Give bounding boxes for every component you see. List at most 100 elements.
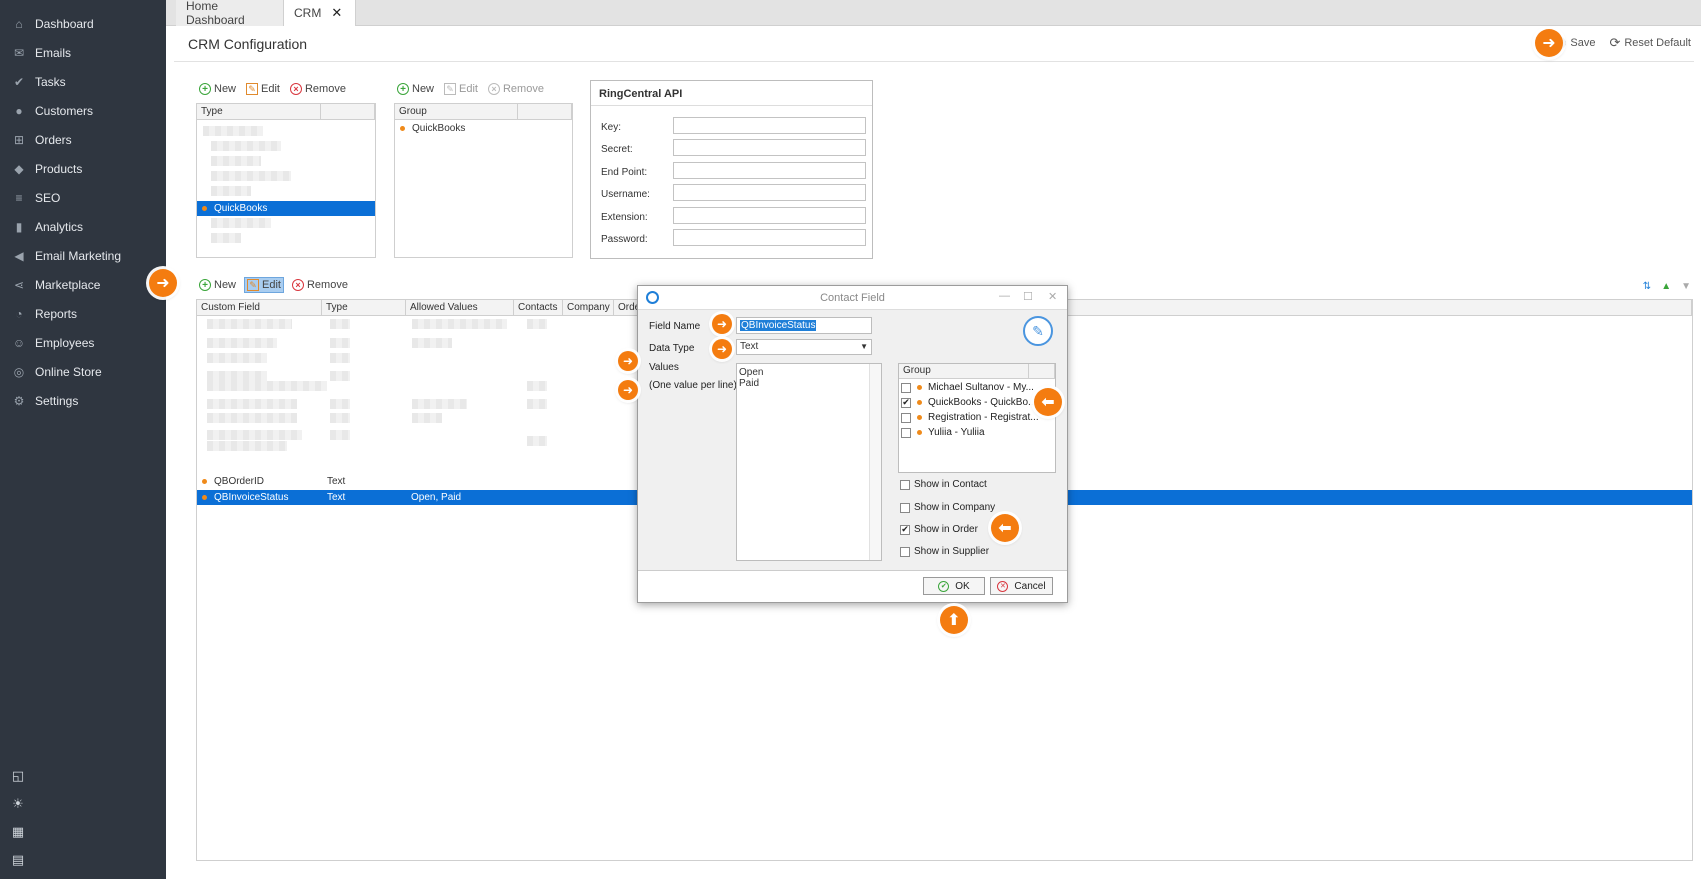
sidebar-item-reports[interactable]: ◔ Reports xyxy=(0,299,166,328)
show-in-company-checkbox[interactable]: Show in Company xyxy=(900,502,995,513)
username-input[interactable] xyxy=(673,184,866,201)
column-header-blank[interactable] xyxy=(321,104,375,119)
data-type-select[interactable]: Text ▼ xyxy=(736,339,872,355)
checkbox[interactable] xyxy=(901,382,911,393)
show-in-contact-checkbox[interactable]: Show in Contact xyxy=(900,479,987,490)
table-row[interactable]: QuickBooks xyxy=(197,201,375,216)
show-in-order-checkbox[interactable]: ✔ Show in Order xyxy=(900,524,978,535)
sidebar-item-products[interactable]: ◆ Products xyxy=(0,154,166,183)
calendar-icon[interactable]: ▤ xyxy=(10,852,26,868)
sidebar-item-email-marketing[interactable]: ◀ Email Marketing xyxy=(0,241,166,270)
column-header-blank[interactable] xyxy=(518,104,572,119)
checkbox[interactable]: ✔ xyxy=(900,524,910,535)
group-new-button[interactable]: + New xyxy=(395,82,436,96)
group-grid[interactable]: Group QuickBooks xyxy=(394,103,573,258)
sidebar-item-emails[interactable]: ✉ Emails xyxy=(0,38,166,67)
sidebar-item-customers[interactable]: ● Customers xyxy=(0,96,166,125)
blurred-row xyxy=(330,399,350,409)
sort-icon[interactable]: ⇅ xyxy=(1643,281,1651,292)
blurred-row xyxy=(211,186,251,196)
password-input[interactable] xyxy=(673,229,866,246)
custom-new-button[interactable]: + New xyxy=(197,278,238,292)
secret-input[interactable] xyxy=(673,139,866,156)
values-textarea[interactable]: Open Paid xyxy=(736,363,882,561)
arrow-right-icon: ➜ xyxy=(149,269,177,297)
home-icon: ⌂ xyxy=(15,16,23,31)
checkbox[interactable] xyxy=(901,427,911,438)
cancel-button[interactable]: ✕ Cancel xyxy=(990,577,1053,595)
group-list[interactable]: Group Michael Sultanov - My... ✔ QuickBoo… xyxy=(898,363,1056,473)
table-row[interactable]: QuickBooks xyxy=(395,121,572,136)
tasks-icon: ✔ xyxy=(13,74,25,89)
group-row-michael[interactable]: Michael Sultanov - My... xyxy=(901,380,1053,395)
checkbox[interactable] xyxy=(900,479,910,490)
column-header-blank[interactable] xyxy=(1029,364,1055,378)
custom-remove-button[interactable]: × Remove xyxy=(290,278,350,292)
custom-edit-button[interactable]: ✎ Edit xyxy=(244,277,284,293)
end-point-label: End Point: xyxy=(601,167,648,178)
column-header-type[interactable]: Type xyxy=(322,300,406,315)
windows-icon[interactable]: ◱ xyxy=(10,768,26,784)
checkbox[interactable]: ✔ xyxy=(901,397,911,408)
column-header-type[interactable]: Type xyxy=(197,104,322,119)
close-icon[interactable]: ✕ xyxy=(1048,290,1057,303)
checkbox[interactable] xyxy=(900,546,910,557)
column-header-allowed-values[interactable]: Allowed Values xyxy=(406,300,514,315)
tab-label: CRM xyxy=(294,6,322,20)
scrollbar[interactable] xyxy=(869,364,881,560)
sidebar-item-marketplace[interactable]: ⋖ Marketplace xyxy=(0,270,166,299)
end-point-input[interactable] xyxy=(673,162,866,179)
sidebar-item-label: Orders xyxy=(35,132,72,147)
type-grid[interactable]: Type QuickBooks xyxy=(196,103,376,258)
type-edit-button[interactable]: ✎ Edit xyxy=(244,82,282,96)
ok-button[interactable]: ✔ OK xyxy=(923,577,985,595)
sidebar-item-employees[interactable]: ☺ Employees xyxy=(0,328,166,357)
extension-input[interactable] xyxy=(673,207,866,224)
blurred-row xyxy=(527,399,547,409)
maximize-icon[interactable]: ☐ xyxy=(1023,290,1033,303)
sidebar-item-orders[interactable]: ⊞ Orders xyxy=(0,125,166,154)
type-new-button[interactable]: + New xyxy=(197,82,238,96)
sidebar-item-online-store[interactable]: ◎ Online Store xyxy=(0,357,166,386)
close-icon[interactable]: ✕ xyxy=(331,5,342,21)
checkbox[interactable] xyxy=(901,412,911,423)
tab-home-dashboard[interactable]: Home Dashboard xyxy=(176,0,284,27)
move-down-icon[interactable]: ▼ xyxy=(1681,281,1691,292)
column-header-group[interactable]: Group xyxy=(395,104,519,119)
sidebar-item-analytics[interactable]: ▮ Analytics xyxy=(0,212,166,241)
column-header-group[interactable]: Group xyxy=(899,364,1029,378)
data-type-value: Text xyxy=(740,341,759,352)
group-remove-button[interactable]: × Remove xyxy=(486,82,546,96)
group-row-yuliia[interactable]: Yuliia - Yuliia xyxy=(901,425,1053,440)
blurred-row xyxy=(207,399,297,409)
type-remove-button[interactable]: × Remove xyxy=(288,82,348,96)
field-name-input[interactable]: QBInvoiceStatus xyxy=(736,317,872,334)
show-in-supplier-checkbox[interactable]: Show in Supplier xyxy=(900,546,989,557)
column-header-company[interactable]: Company xyxy=(563,300,614,315)
move-up-icon[interactable]: ▲ xyxy=(1661,281,1671,292)
minimize-icon[interactable]: — xyxy=(999,290,1010,302)
key-input[interactable] xyxy=(673,117,866,134)
blurred-row xyxy=(330,371,350,381)
group-edit-button[interactable]: ✎ Edit xyxy=(442,82,480,96)
save-label: Save xyxy=(1570,37,1596,49)
sidebar: ⌂ Dashboard ✉ Emails ✔ Tasks ● Customers ⊞ Or… xyxy=(0,0,166,879)
blurred-row xyxy=(207,441,287,451)
button-label: Edit xyxy=(262,279,281,291)
sidebar-item-tasks[interactable]: ✔ Tasks xyxy=(0,67,166,96)
checkbox[interactable] xyxy=(900,502,910,513)
tab-crm[interactable]: CRM ✕ xyxy=(284,0,356,26)
blurred-row xyxy=(207,413,297,423)
layout-icon[interactable]: ▦ xyxy=(10,824,26,840)
user-icon: ● xyxy=(15,103,23,118)
reset-default-button[interactable]: ⟳ Reset Default xyxy=(1609,35,1691,51)
sidebar-item-settings[interactable]: ⚙ Settings xyxy=(0,386,166,415)
sidebar-item-seo[interactable]: ≡ SEO xyxy=(0,183,166,212)
group-row-registration[interactable]: Registration - Registrat... xyxy=(901,410,1053,425)
group-row-quickbooks[interactable]: ✔ QuickBooks - QuickBo... xyxy=(901,395,1053,410)
column-header-custom-field[interactable]: Custom Field xyxy=(197,300,322,315)
column-header-contacts[interactable]: Contacts xyxy=(514,300,563,315)
type-toolbar: + New ✎ Edit × Remove xyxy=(197,82,348,96)
sidebar-item-dashboard[interactable]: ⌂ Dashboard xyxy=(0,9,166,38)
lightbulb-icon[interactable]: ☀ xyxy=(10,796,26,812)
